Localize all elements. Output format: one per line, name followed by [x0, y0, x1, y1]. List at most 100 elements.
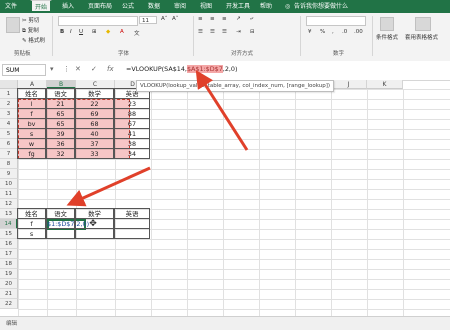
- column-header[interactable]: J: [331, 80, 367, 89]
- row-header[interactable]: 4: [0, 119, 18, 129]
- underline-icon[interactable]: U: [79, 29, 83, 35]
- row-header[interactable]: 10: [0, 179, 18, 189]
- gridline: [223, 89, 224, 316]
- tab-home[interactable]: 开始: [30, 0, 53, 13]
- align-right-icon[interactable]: ☰: [222, 29, 227, 35]
- tab-review[interactable]: 审阅: [174, 0, 186, 13]
- row-header[interactable]: 14: [0, 219, 18, 229]
- lookup-cell[interactable]: $1:$D$7,2,0): [46, 218, 89, 229]
- lookup-cell[interactable]: [75, 228, 114, 239]
- align-center-icon[interactable]: ☰: [210, 29, 215, 35]
- orientation-icon[interactable]: ↗: [236, 16, 241, 22]
- table-cell[interactable]: 33: [75, 148, 114, 159]
- row-header[interactable]: 6: [0, 139, 18, 149]
- row-header[interactable]: 20: [0, 279, 18, 289]
- number-format-select[interactable]: [306, 16, 366, 26]
- currency-icon[interactable]: ¥: [308, 29, 312, 35]
- copy-button[interactable]: ⧉ 复制: [22, 26, 39, 35]
- tab-data[interactable]: 数据: [148, 0, 160, 13]
- tab-view[interactable]: 视图: [200, 0, 212, 13]
- more-icon: ⋮: [63, 65, 70, 73]
- formula-input[interactable]: =VLOOKUP(SA$14,$A$1:$D$7,2,0): [126, 65, 238, 73]
- table-cell[interactable]: 32: [46, 148, 75, 159]
- row-header[interactable]: 16: [0, 239, 18, 249]
- select-all-corner[interactable]: [0, 80, 18, 89]
- cut-button[interactable]: ✂ 剪切: [22, 16, 39, 24]
- align-bottom-icon[interactable]: ≡: [222, 16, 227, 22]
- border-icon[interactable]: ⊞: [92, 29, 97, 35]
- formula-bar: SUM ▾ ⋮ ✕ ✓ fx =VLOOKUP(SA$14,$A$1:$D$7,…: [0, 61, 450, 81]
- align-top-icon[interactable]: ≡: [198, 16, 203, 22]
- conditional-format-icon[interactable]: [380, 17, 394, 31]
- row-header[interactable]: 22: [0, 299, 18, 309]
- paste-icon[interactable]: [6, 17, 20, 33]
- row-header[interactable]: 11: [0, 189, 18, 199]
- lightbulb-icon: ◎: [285, 3, 291, 10]
- worksheet-grid[interactable]: ABCDEFGHIJK 1234567891011121314151617181…: [0, 80, 450, 316]
- table-format-button[interactable]: 套用表格格式: [405, 33, 438, 41]
- table-format-icon[interactable]: [415, 17, 431, 31]
- tab-help[interactable]: 帮助: [260, 0, 272, 13]
- phonetic-icon[interactable]: 文: [134, 29, 140, 37]
- tab-formulas[interactable]: 公式: [122, 0, 134, 13]
- tab-file[interactable]: 文件: [5, 0, 17, 13]
- wrap-text-icon[interactable]: ⤶: [250, 16, 253, 23]
- tell-me-input[interactable]: 告诉我你想要做什么: [294, 0, 348, 13]
- row-header[interactable]: 19: [0, 269, 18, 279]
- grow-font-icon[interactable]: A˄: [161, 16, 168, 22]
- conditional-format-button[interactable]: 条件格式: [376, 33, 398, 41]
- row-header[interactable]: 2: [0, 99, 18, 109]
- decimal-increase-icon[interactable]: .0: [342, 29, 347, 35]
- bold-icon[interactable]: B: [60, 29, 64, 35]
- indent-icon[interactable]: ⇥: [236, 29, 241, 35]
- row-header[interactable]: 12: [0, 199, 18, 209]
- fill-color-icon[interactable]: ◆: [106, 29, 110, 35]
- font-size-select[interactable]: 11: [139, 16, 157, 24]
- cut-label: 剪切: [28, 18, 40, 24]
- lookup-cell[interactable]: [46, 228, 75, 239]
- name-box[interactable]: SUM: [2, 64, 46, 76]
- row-header[interactable]: 8: [0, 159, 18, 169]
- format-painter-button[interactable]: ✎ 格式刷: [22, 36, 45, 44]
- insert-function-icon[interactable]: fx: [107, 65, 114, 73]
- font-color-icon[interactable]: A: [120, 29, 124, 35]
- tab-page-layout[interactable]: 页面布局: [88, 0, 112, 13]
- align-middle-icon[interactable]: ≡: [210, 16, 215, 22]
- font-name-select[interactable]: [58, 16, 138, 26]
- row-header[interactable]: 9: [0, 169, 18, 179]
- row-header[interactable]: 3: [0, 109, 18, 119]
- cancel-icon[interactable]: ✕: [75, 65, 81, 73]
- row-header[interactable]: 7: [0, 149, 18, 159]
- lookup-cell[interactable]: [114, 228, 150, 239]
- column-header[interactable]: K: [367, 80, 403, 89]
- table-cell[interactable]: 34: [114, 148, 150, 159]
- divider: [193, 16, 194, 56]
- row-header[interactable]: 5: [0, 129, 18, 139]
- name-box-dropdown-icon[interactable]: ▾: [50, 65, 54, 73]
- gridline: [259, 89, 260, 316]
- tab-insert[interactable]: 插入: [62, 0, 74, 13]
- row-header[interactable]: 18: [0, 259, 18, 269]
- comma-icon[interactable]: ,: [332, 29, 334, 35]
- row-header[interactable]: 13: [0, 209, 18, 219]
- decimal-decrease-icon[interactable]: .00: [354, 29, 363, 35]
- gridline: [295, 89, 296, 316]
- italic-icon[interactable]: I: [70, 29, 72, 35]
- gridline: [187, 89, 188, 316]
- row-header[interactable]: 21: [0, 289, 18, 299]
- merge-icon[interactable]: ⊟: [250, 29, 255, 35]
- lookup-cell[interactable]: s: [17, 228, 46, 239]
- align-left-icon[interactable]: ☰: [198, 29, 203, 35]
- table-cell[interactable]: fg: [17, 148, 46, 159]
- formula-prefix: =VLOOKUP(SA$14,: [126, 65, 187, 73]
- percent-icon[interactable]: %: [320, 29, 325, 35]
- scissors-icon: ✂: [22, 18, 27, 24]
- tab-developer[interactable]: 开发工具: [226, 0, 250, 13]
- row-header[interactable]: 17: [0, 249, 18, 259]
- clipboard-group-label: 剪贴板: [14, 51, 31, 57]
- row-header[interactable]: 1: [0, 89, 18, 99]
- alignment-group-label: 对齐方式: [231, 51, 254, 57]
- row-header[interactable]: 15: [0, 229, 18, 239]
- enter-icon[interactable]: ✓: [91, 65, 97, 73]
- shrink-font-icon[interactable]: A˅: [172, 16, 179, 22]
